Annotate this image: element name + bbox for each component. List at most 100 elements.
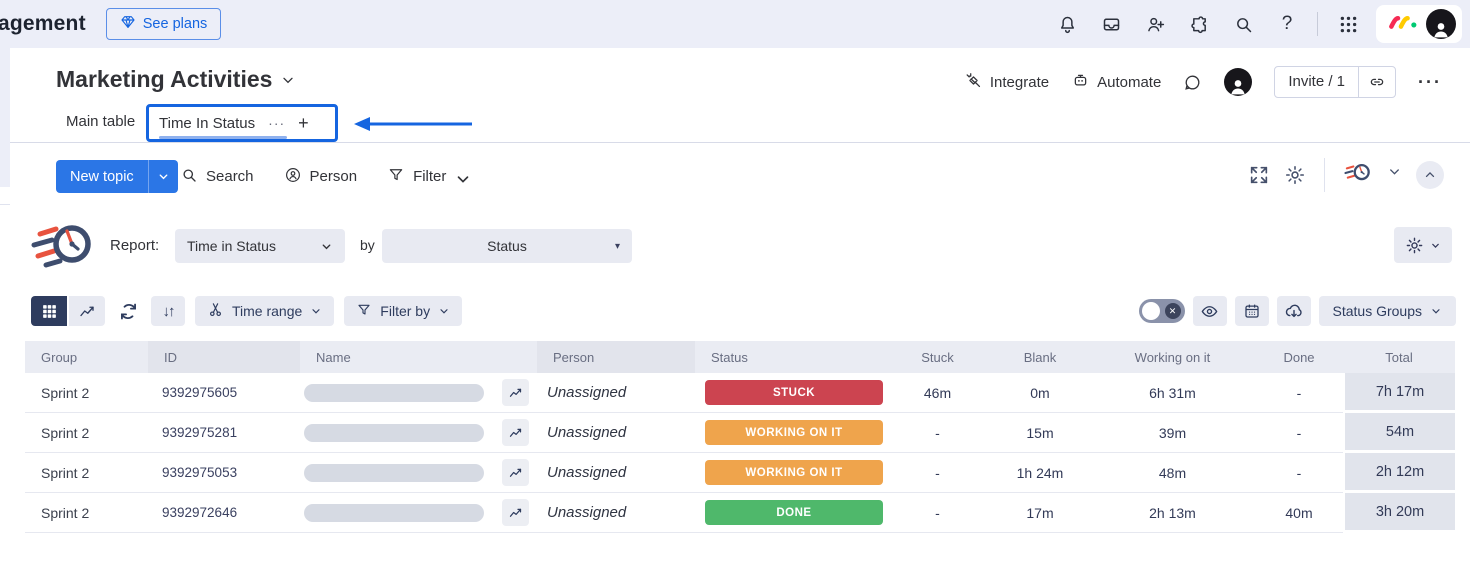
calendar-button[interactable] bbox=[1235, 296, 1269, 326]
funnel-icon bbox=[387, 166, 405, 188]
item-chart-icon[interactable] bbox=[502, 379, 529, 406]
status-badge[interactable]: WORKING ON IT bbox=[705, 460, 883, 485]
cell-done-time: 40m bbox=[1255, 493, 1343, 533]
export-cloud-download-button[interactable] bbox=[1277, 296, 1311, 326]
chevron-down-icon bbox=[454, 170, 467, 183]
column-header-done[interactable]: Done bbox=[1255, 341, 1343, 373]
item-chart-icon[interactable] bbox=[502, 419, 529, 446]
help-icon[interactable]: ? bbox=[1265, 0, 1309, 48]
cell-status: STUCK bbox=[695, 373, 885, 413]
new-topic-button[interactable]: New topic bbox=[56, 160, 148, 193]
cell-name bbox=[300, 373, 537, 413]
redacted-name-pill bbox=[304, 384, 484, 402]
column-header-total[interactable]: Total bbox=[1343, 341, 1455, 373]
board-more-options-button[interactable]: ··· bbox=[1418, 72, 1442, 93]
toggle-switch[interactable]: ✕ bbox=[1139, 299, 1185, 323]
tab-options-icon[interactable]: ··· bbox=[268, 115, 285, 131]
filter-by-button[interactable]: Filter by bbox=[344, 296, 462, 326]
search-button[interactable]: Search bbox=[180, 166, 254, 188]
status-badge[interactable]: WORKING ON IT bbox=[705, 420, 883, 445]
column-header-status[interactable]: Status bbox=[695, 341, 885, 373]
cell-person[interactable]: Unassigned bbox=[537, 413, 695, 453]
group-by-dropdown[interactable]: Status ▾ bbox=[382, 229, 632, 263]
fullscreen-expand-icon[interactable] bbox=[1248, 164, 1270, 186]
active-tab-underline bbox=[159, 136, 287, 139]
by-label: by bbox=[360, 237, 375, 253]
add-view-button[interactable]: + bbox=[298, 113, 309, 134]
view-settings-gear-icon[interactable] bbox=[1284, 164, 1306, 186]
column-header-id[interactable]: ID bbox=[148, 341, 300, 373]
see-plans-button[interactable]: See plans bbox=[106, 8, 222, 40]
cell-person[interactable]: Unassigned bbox=[537, 453, 695, 493]
integrate-plug-icon bbox=[964, 71, 983, 94]
item-chart-icon[interactable] bbox=[502, 459, 529, 486]
tab-time-in-status[interactable]: Time In Status bbox=[159, 115, 255, 132]
refresh-icon[interactable] bbox=[115, 296, 141, 326]
board-header: Marketing Activities Integrate Automate … bbox=[10, 64, 1470, 108]
cell-name bbox=[300, 413, 537, 453]
cell-stuck-time: - bbox=[885, 493, 990, 533]
cell-stuck-time: - bbox=[885, 453, 990, 493]
status-groups-dropdown[interactable]: Status Groups bbox=[1319, 296, 1457, 326]
search-icon bbox=[180, 166, 198, 188]
automate-button[interactable]: Automate bbox=[1071, 71, 1161, 94]
cell-status: WORKING ON IT bbox=[695, 453, 885, 493]
chat-bubble-icon[interactable] bbox=[1183, 73, 1202, 92]
integrate-button[interactable]: Integrate bbox=[964, 71, 1049, 94]
cell-blank-time: 15m bbox=[990, 413, 1090, 453]
new-topic-dropdown-chevron[interactable] bbox=[148, 160, 178, 193]
column-header-group[interactable]: Group bbox=[25, 341, 148, 373]
invite-member-icon[interactable] bbox=[1133, 0, 1177, 48]
sort-button[interactable]: ↓↑ bbox=[151, 296, 185, 326]
item-chart-icon[interactable] bbox=[502, 499, 529, 526]
column-header-working[interactable]: Working on it bbox=[1090, 341, 1255, 373]
notifications-bell-icon[interactable] bbox=[1045, 0, 1089, 48]
cell-id: 9392975281 bbox=[148, 413, 300, 453]
chevron-down-icon[interactable] bbox=[1387, 164, 1402, 186]
search-icon[interactable] bbox=[1221, 0, 1265, 48]
board-tabs: Main table Time In Status ··· + bbox=[10, 106, 1470, 143]
cell-group: Sprint 2 bbox=[25, 453, 148, 493]
cell-person[interactable]: Unassigned bbox=[537, 373, 695, 413]
collapse-view-button[interactable] bbox=[1416, 161, 1444, 189]
column-header-blank[interactable]: Blank bbox=[990, 341, 1090, 373]
cell-total-time: 7h 17m bbox=[1343, 373, 1455, 413]
funnel-icon bbox=[356, 302, 372, 321]
redacted-name-pill bbox=[304, 464, 484, 482]
tab-main-table[interactable]: Main table bbox=[66, 113, 135, 130]
column-header-stuck[interactable]: Stuck bbox=[885, 341, 990, 373]
column-header-name[interactable]: Name bbox=[300, 341, 537, 373]
chart-view-button[interactable] bbox=[69, 296, 105, 326]
board-actions: Integrate Automate Invite / 1 ··· bbox=[964, 66, 1442, 98]
product-switcher-grid-icon[interactable] bbox=[1326, 0, 1370, 48]
time-in-status-app-icon bbox=[1343, 160, 1373, 191]
visibility-eye-button[interactable] bbox=[1193, 296, 1227, 326]
apps-marketplace-puzzle-icon[interactable] bbox=[1177, 0, 1221, 48]
report-label: Report: bbox=[110, 237, 159, 254]
inbox-icon[interactable] bbox=[1089, 0, 1133, 48]
board-owner-avatar[interactable] bbox=[1224, 68, 1252, 96]
report-settings-button[interactable] bbox=[1394, 227, 1452, 263]
product-name-truncated: agement bbox=[0, 12, 86, 36]
cell-person[interactable]: Unassigned bbox=[537, 493, 695, 533]
invite-button[interactable]: Invite / 1 bbox=[1275, 67, 1358, 97]
diamond-icon bbox=[120, 14, 136, 34]
user-avatar[interactable] bbox=[1426, 9, 1456, 39]
person-filter-button[interactable]: Person bbox=[284, 166, 358, 188]
status-badge[interactable]: DONE bbox=[705, 500, 883, 525]
filter-button[interactable]: Filter bbox=[387, 166, 467, 188]
cell-id: 9392972646 bbox=[148, 493, 300, 533]
copy-link-icon[interactable] bbox=[1358, 67, 1395, 97]
table-view-button[interactable] bbox=[31, 296, 67, 326]
toggle-off-icon: ✕ bbox=[1165, 303, 1181, 319]
status-badge[interactable]: STUCK bbox=[705, 380, 883, 405]
column-header-person[interactable]: Person bbox=[537, 341, 695, 373]
cell-group: Sprint 2 bbox=[25, 413, 148, 453]
cell-blank-time: 1h 24m bbox=[990, 453, 1090, 493]
report-type-dropdown[interactable]: Time in Status bbox=[175, 229, 345, 263]
time-range-button[interactable]: Time range bbox=[195, 296, 334, 326]
cell-stuck-time: - bbox=[885, 413, 990, 453]
cell-total-time: 2h 12m bbox=[1343, 453, 1455, 493]
cell-done-time: - bbox=[1255, 373, 1343, 413]
board-title-dropdown[interactable]: Marketing Activities bbox=[56, 66, 296, 93]
